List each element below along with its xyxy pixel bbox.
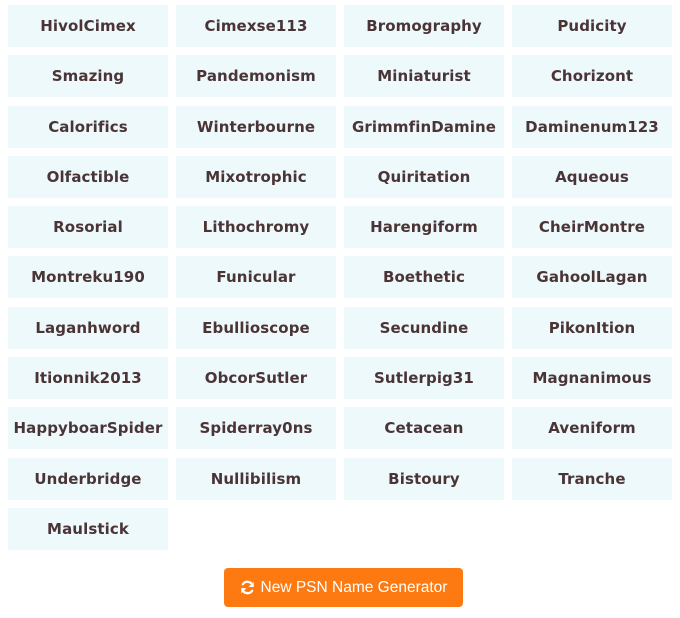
name-card[interactable]: Montreku190 [8,256,168,299]
name-card[interactable]: Nullibilism [176,457,336,500]
name-card[interactable]: Cimexse113 [176,5,336,47]
name-card[interactable]: Mixotrophic [176,155,336,198]
name-card[interactable]: Secundine [344,306,504,349]
name-card[interactable]: Spiderray0ns [176,407,336,450]
name-card[interactable]: Bistoury [344,457,504,500]
name-card[interactable]: GahoolLagan [512,256,672,299]
name-card[interactable]: Magnanimous [512,357,672,400]
name-card[interactable]: Rosorial [8,206,168,249]
name-card[interactable]: Bromography [344,5,504,47]
new-name-generator-label: New PSN Name Generator [260,578,448,596]
name-card[interactable]: Ebullioscope [176,306,336,349]
name-grid: HivolCimex Cimexse113 Bromography Pudicity S… [8,5,672,550]
name-card[interactable]: Laganhword [8,306,168,349]
name-card[interactable]: Sutlerpig31 [344,357,504,400]
name-card[interactable]: Maulstick [8,507,168,550]
name-card[interactable]: Itionnik2013 [8,357,168,400]
name-card[interactable]: Aveniform [512,407,672,450]
name-card[interactable]: Daminenum123 [512,105,672,148]
name-card[interactable]: Boethetic [344,256,504,299]
name-card[interactable]: Underbridge [8,457,168,500]
name-card[interactable]: Cetacean [344,407,504,450]
name-card[interactable]: Tranche [512,457,672,500]
name-card[interactable]: PikonItion [512,306,672,349]
name-card[interactable]: Harengiform [344,206,504,249]
name-card[interactable]: Calorifics [8,105,168,148]
name-card[interactable]: GrimmfinDamine [344,105,504,148]
name-card[interactable]: Quiritation [344,155,504,198]
name-card[interactable]: Winterbourne [176,105,336,148]
name-card[interactable]: Pudicity [512,5,672,47]
name-card[interactable]: HappyboarSpider [8,407,168,450]
name-card[interactable]: Pandemonism [176,55,336,98]
name-card[interactable]: Aqueous [512,155,672,198]
name-card[interactable]: CheirMontre [512,206,672,249]
name-card[interactable]: Lithochromy [176,206,336,249]
name-card[interactable]: HivolCimex [8,5,168,47]
refresh-icon [240,580,255,595]
new-name-generator-button[interactable]: New PSN Name Generator [224,568,463,607]
name-card[interactable]: Chorizont [512,55,672,98]
name-card[interactable]: ObcorSutler [176,357,336,400]
name-card[interactable]: Olfactible [8,155,168,198]
name-card[interactable]: Miniaturist [344,55,504,98]
name-card[interactable]: Funicular [176,256,336,299]
name-card[interactable]: Smazing [8,55,168,98]
